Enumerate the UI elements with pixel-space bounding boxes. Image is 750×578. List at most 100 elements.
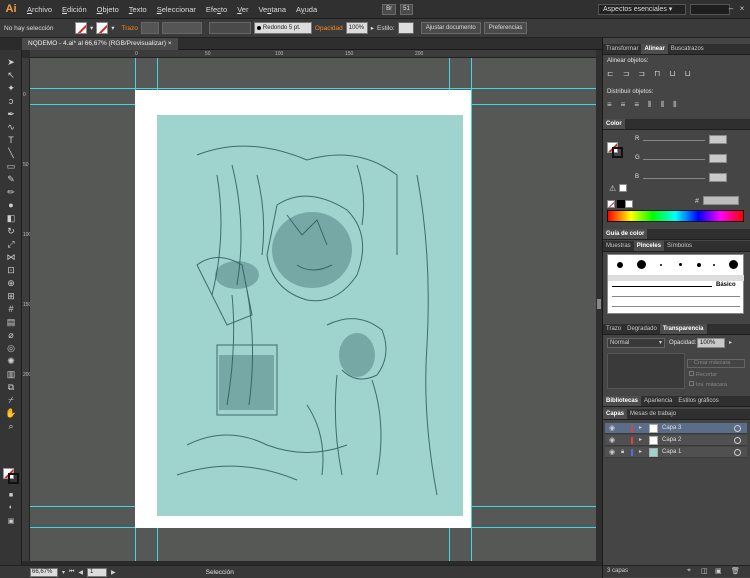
paintbrush-tool-icon[interactable]: ✎ <box>5 173 17 185</box>
web-safe-swatch[interactable] <box>619 184 627 192</box>
variable-width-dropdown[interactable] <box>161 22 202 34</box>
tab-pinceles[interactable]: Pinceles <box>633 241 665 251</box>
distribute-vcenter-icon[interactable]: ≡ <box>621 100 626 110</box>
shape-builder-tool-icon[interactable]: ⊕ <box>5 277 17 289</box>
document-tab[interactable]: NQDEMO - 4.ai* al 66,67% (RGB/Previsuali… <box>22 38 178 50</box>
channel-r-slider[interactable] <box>643 140 705 141</box>
distribute-right-icon[interactable]: ⦀ <box>673 100 677 110</box>
symbol-sprayer-tool-icon[interactable]: ✺ <box>5 355 17 367</box>
vertical-ruler[interactable]: 0 50 100 150 200 <box>22 58 31 561</box>
type-tool-icon[interactable]: T <box>5 134 17 146</box>
bridge-button[interactable]: Br <box>382 3 397 15</box>
magic-wand-tool-icon[interactable]: ✦ <box>5 82 17 94</box>
clipping-mask-icon[interactable]: ◫ <box>701 567 708 575</box>
align-vcenter-icon[interactable]: ⊔ <box>669 69 675 78</box>
zoom-tool-icon[interactable]: ⌕ <box>5 420 17 432</box>
chevron-right-icon[interactable]: ▸ <box>371 24 374 32</box>
stroke-swatch[interactable] <box>96 22 109 34</box>
menu-seleccionar[interactable]: Seleccionar <box>152 0 201 19</box>
curvature-tool-icon[interactable]: ∿ <box>5 121 17 133</box>
channel-r-field[interactable] <box>709 135 727 144</box>
selection-tool-icon[interactable]: ➤ <box>5 56 17 68</box>
tab-transformar[interactable]: Transformar <box>603 44 641 54</box>
brush-item-basic-stroke[interactable] <box>612 286 712 287</box>
invert-mask-checkbox[interactable]: Inv. máscara <box>689 381 727 389</box>
locate-object-icon[interactable]: ⌖ <box>687 567 691 575</box>
tab-color-guide[interactable]: Guía de color <box>603 229 648 239</box>
chevron-down-icon[interactable]: ▾ <box>62 569 65 576</box>
brush-item[interactable] <box>713 264 715 266</box>
menu-ayuda[interactable]: Ayuda <box>291 0 322 19</box>
brush-definition-dropdown[interactable]: Redondo 5 pt. <box>253 22 312 34</box>
align-bottom-icon[interactable]: ⊔ <box>685 69 691 78</box>
distribute-bottom-icon[interactable]: ≡ <box>634 100 639 110</box>
first-artboard-icon[interactable]: ⏮ <box>69 569 74 576</box>
target-icon[interactable] <box>734 425 741 432</box>
brush-item[interactable] <box>679 263 682 266</box>
eyedropper-tool-icon[interactable]: ⌀ <box>5 329 17 341</box>
menu-ver[interactable]: Ver <box>232 0 253 19</box>
channel-b-slider[interactable] <box>643 178 705 179</box>
width-tool-icon[interactable]: ⋈ <box>5 251 17 263</box>
stroke-swatch-icon[interactable] <box>8 473 19 484</box>
clip-checkbox[interactable]: Recortar <box>689 371 717 379</box>
align-right-icon[interactable]: ⊐ <box>638 69 645 78</box>
artboard-tool-icon[interactable]: ⧉ <box>5 381 17 393</box>
rectangle-tool-icon[interactable]: ▭ <box>5 160 17 172</box>
perspective-grid-tool-icon[interactable]: ⊞ <box>5 290 17 302</box>
fit-document-button[interactable]: Ajustar documento <box>420 22 481 34</box>
chevron-right-icon[interactable]: ▸ <box>729 339 732 346</box>
menu-ventana[interactable]: Ventana <box>253 0 291 19</box>
align-top-icon[interactable]: ⊓ <box>654 69 660 78</box>
tab-estilos-graficos[interactable]: Estilos gráficos <box>675 396 721 406</box>
artboard-number-field[interactable]: 1 <box>87 567 108 577</box>
color-mode-icon[interactable]: ■ <box>5 490 17 502</box>
brush-item[interactable] <box>637 260 646 269</box>
distribute-top-icon[interactable]: ≡ <box>607 100 612 110</box>
stroke-label[interactable]: Trazo <box>122 25 138 32</box>
rotate-tool-icon[interactable]: ↻ <box>5 225 17 237</box>
channel-g-field[interactable] <box>709 154 727 163</box>
layer-name[interactable]: Capa 1 <box>662 447 681 458</box>
scrollbar-thumb[interactable] <box>597 299 601 309</box>
direct-selection-tool-icon[interactable]: ↖ <box>5 69 17 81</box>
hex-field[interactable] <box>703 196 739 205</box>
column-graph-tool-icon[interactable]: ▥ <box>5 368 17 380</box>
fill-swatch[interactable] <box>75 22 87 34</box>
brush-item[interactable] <box>612 306 740 307</box>
tab-buscatrazos[interactable]: Buscatrazos <box>668 44 707 54</box>
trash-icon[interactable]: 🗑︎ <box>731 567 740 575</box>
expand-arrow-icon[interactable]: ▸ <box>639 447 642 458</box>
pencil-tool-icon[interactable]: ✏ <box>5 186 17 198</box>
opacity-field[interactable]: 100% <box>697 338 725 348</box>
white-swatch[interactable] <box>625 200 633 208</box>
target-icon[interactable] <box>734 437 741 444</box>
line-tool-icon[interactable]: ╲ <box>5 147 17 159</box>
placed-sketch-image[interactable] <box>157 115 463 516</box>
align-left-icon[interactable]: ⊏ <box>607 69 614 78</box>
distribute-hcenter-icon[interactable]: ⦀ <box>661 100 665 110</box>
align-hcenter-icon[interactable]: ⊐ <box>623 69 630 78</box>
brush-item[interactable] <box>660 264 662 266</box>
lock-icon[interactable]: 🔒︎ <box>621 448 624 457</box>
screen-mode-icon[interactable]: ▣ <box>5 516 17 528</box>
brush-item[interactable] <box>617 262 623 268</box>
new-layer-icon[interactable]: ▣ <box>715 567 722 575</box>
target-icon[interactable] <box>734 449 741 456</box>
eye-icon[interactable]: ◉ <box>609 448 618 457</box>
scale-tool-icon[interactable]: ⤢ <box>5 238 17 250</box>
blend-tool-icon[interactable]: ◎ <box>5 342 17 354</box>
blob-brush-tool-icon[interactable]: ● <box>5 199 17 211</box>
slice-tool-icon[interactable]: ⌿ <box>5 394 17 406</box>
tab-degradado[interactable]: Degradado <box>624 324 660 334</box>
layer-row[interactable]: ◉ 🔒︎ ▸ Capa 1 <box>605 447 747 458</box>
layer-row[interactable]: ◉ ▸ Capa 2 <box>605 435 747 446</box>
tab-simbolos[interactable]: Símbolos <box>664 241 695 251</box>
layer-row[interactable]: ◉ ▸ Capa 3 <box>605 423 747 434</box>
eraser-tool-icon[interactable]: ◧ <box>5 212 17 224</box>
chevron-down-icon[interactable]: ▾ <box>90 24 93 32</box>
channel-b-field[interactable] <box>709 173 727 182</box>
horizontal-ruler[interactable]: 0 50 100 150 200 <box>30 50 596 58</box>
zoom-field[interactable]: 66,67% <box>30 567 58 577</box>
opacity-field[interactable]: 100% <box>345 22 368 34</box>
